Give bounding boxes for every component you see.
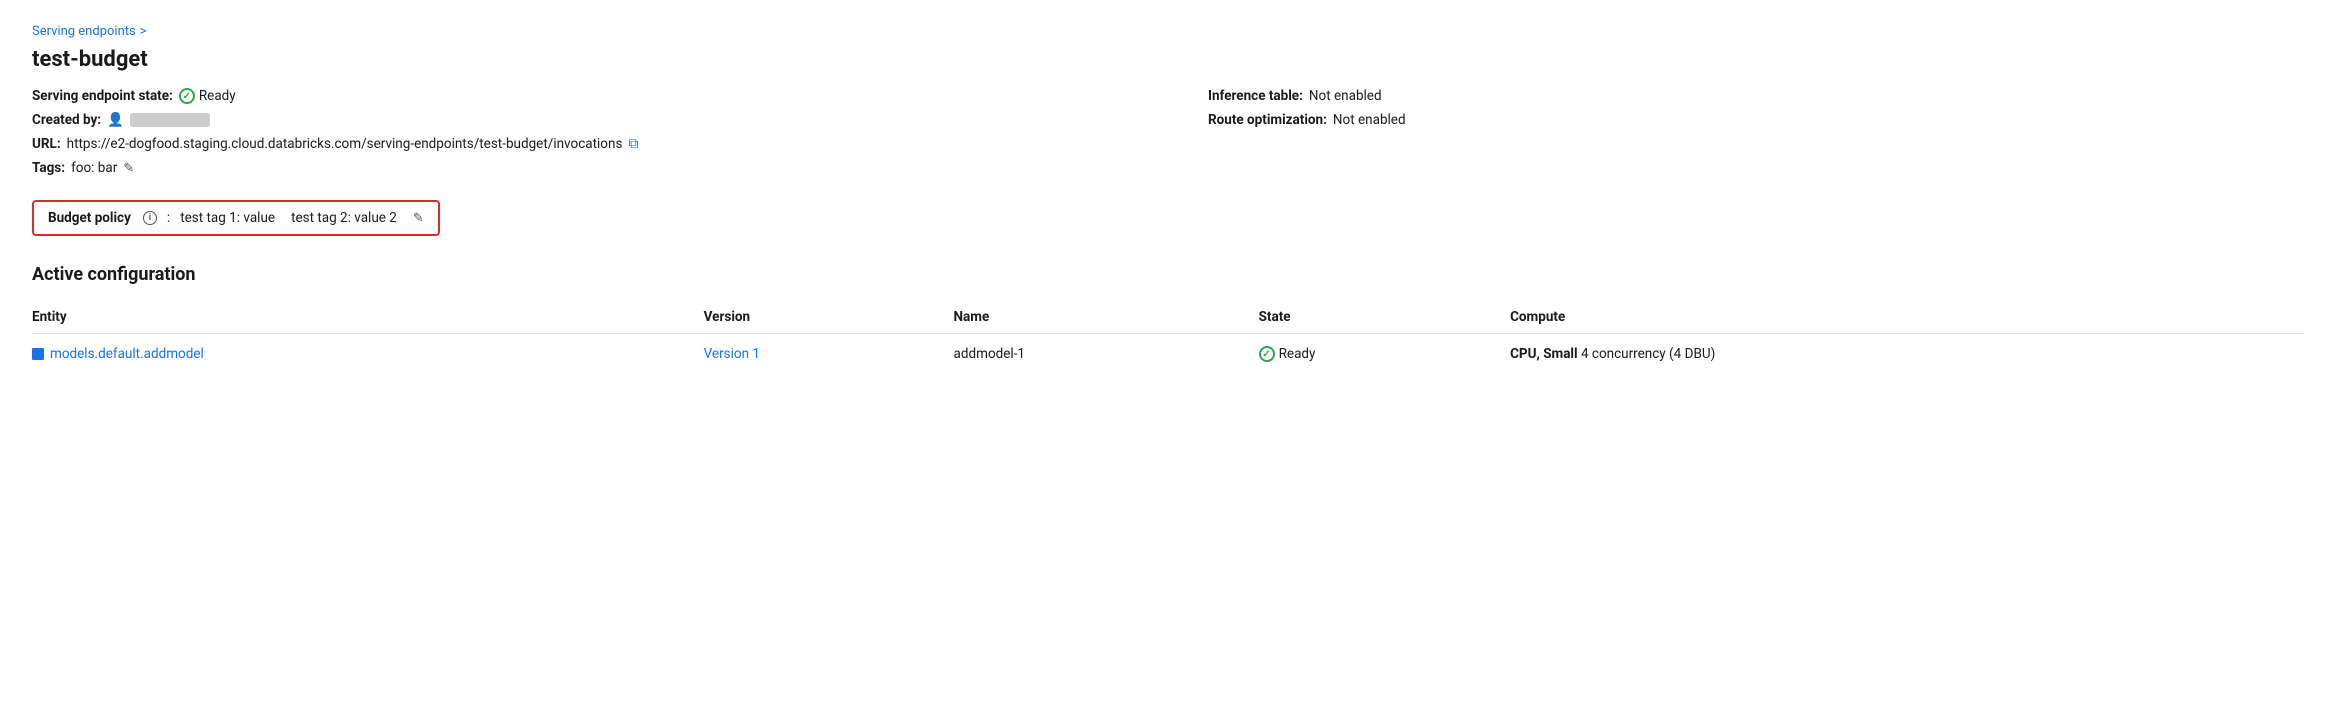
cell-entity: models.default.addmodel xyxy=(32,334,704,375)
table-header: Entity Version Name State Compute xyxy=(32,301,2304,334)
meta-right: Inference table: Not enabled Route optim… xyxy=(1208,88,2304,188)
created-by-label: Created by: xyxy=(32,112,101,128)
tags-value: foo: bar xyxy=(71,160,117,176)
budget-policy-label: Budget policy xyxy=(48,210,131,226)
route-optimization-row: Route optimization: Not enabled xyxy=(1208,112,2304,128)
budget-policy-edit-icon[interactable]: ✎ xyxy=(413,211,424,226)
page-title: test-budget xyxy=(32,47,2304,72)
breadcrumb-link[interactable]: Serving endpoints xyxy=(32,24,136,39)
col-entity: Entity xyxy=(32,301,704,334)
route-optimization-value: Not enabled xyxy=(1333,112,1406,128)
tags-label: Tags: xyxy=(32,160,65,176)
compute-rest: 4 concurrency (4 DBU) xyxy=(1578,346,1716,362)
col-compute: Compute xyxy=(1510,301,2304,334)
row-state-text: Ready xyxy=(1279,346,1316,362)
url-label: URL: xyxy=(32,136,61,152)
cell-state: ✓ Ready xyxy=(1259,334,1511,375)
meta-left: Serving endpoint state: ✓ Ready Created … xyxy=(32,88,1128,188)
created-by-row: Created by: 👤 xyxy=(32,112,1128,128)
budget-policy-box: Budget policy i : test tag 1: value test… xyxy=(32,200,440,236)
state-value: ✓ Ready xyxy=(179,88,236,104)
row-state-value: ✓ Ready xyxy=(1259,346,1499,362)
meta-section: Serving endpoint state: ✓ Ready Created … xyxy=(32,88,2304,188)
state-row: Serving endpoint state: ✓ Ready xyxy=(32,88,1128,104)
budget-policy-colon: : xyxy=(167,210,170,226)
check-circle-icon: ✓ xyxy=(179,88,195,104)
inference-table-value: Not enabled xyxy=(1309,88,1382,104)
tags-edit-icon[interactable]: ✎ xyxy=(123,161,134,176)
table-row: models.default.addmodel Version 1 addmod… xyxy=(32,334,2304,375)
config-table: Entity Version Name State Compute models… xyxy=(32,301,2304,374)
active-configuration-section: Active configuration Entity Version Name… xyxy=(32,264,2304,374)
copy-icon[interactable]: ⧉ xyxy=(628,136,638,152)
cell-compute: CPU, Small 4 concurrency (4 DBU) xyxy=(1510,334,2304,375)
route-optimization-label: Route optimization: xyxy=(1208,112,1327,128)
breadcrumb-separator: > xyxy=(140,24,147,39)
state-text: Ready xyxy=(199,88,236,104)
cell-name: addmodel-1 xyxy=(954,334,1259,375)
tags-row: Tags: foo: bar ✎ xyxy=(32,160,1128,176)
url-row: URL: https://e2-dogfood.staging.cloud.da… xyxy=(32,136,1128,152)
entity-name: models.default.addmodel xyxy=(50,346,204,362)
budget-policy-tag1: test tag 1: value xyxy=(180,210,275,226)
inference-table-label: Inference table: xyxy=(1208,88,1303,104)
table-body: models.default.addmodel Version 1 addmod… xyxy=(32,334,2304,375)
col-name: Name xyxy=(954,301,1259,334)
col-version: Version xyxy=(704,301,954,334)
section-title: Active configuration xyxy=(32,264,2304,285)
url-value: https://e2-dogfood.staging.cloud.databri… xyxy=(67,136,623,152)
compute-bold: CPU, Small xyxy=(1510,346,1578,362)
header-row: Entity Version Name State Compute xyxy=(32,301,2304,334)
state-label: Serving endpoint state: xyxy=(32,88,173,104)
created-by-value xyxy=(130,113,210,127)
person-icon: 👤 xyxy=(107,112,124,128)
entity-link[interactable]: models.default.addmodel xyxy=(32,346,692,362)
version-link[interactable]: Version 1 xyxy=(704,346,760,362)
row-check-circle-icon: ✓ xyxy=(1259,346,1275,362)
budget-policy-info-icon[interactable]: i xyxy=(143,211,157,225)
breadcrumb: Serving endpoints > xyxy=(32,24,2304,39)
cell-version: Version 1 xyxy=(704,334,954,375)
budget-policy-tag2: test tag 2: value 2 xyxy=(291,210,397,226)
inference-table-row: Inference table: Not enabled xyxy=(1208,88,2304,104)
col-state: State xyxy=(1259,301,1511,334)
entity-icon xyxy=(32,348,44,360)
